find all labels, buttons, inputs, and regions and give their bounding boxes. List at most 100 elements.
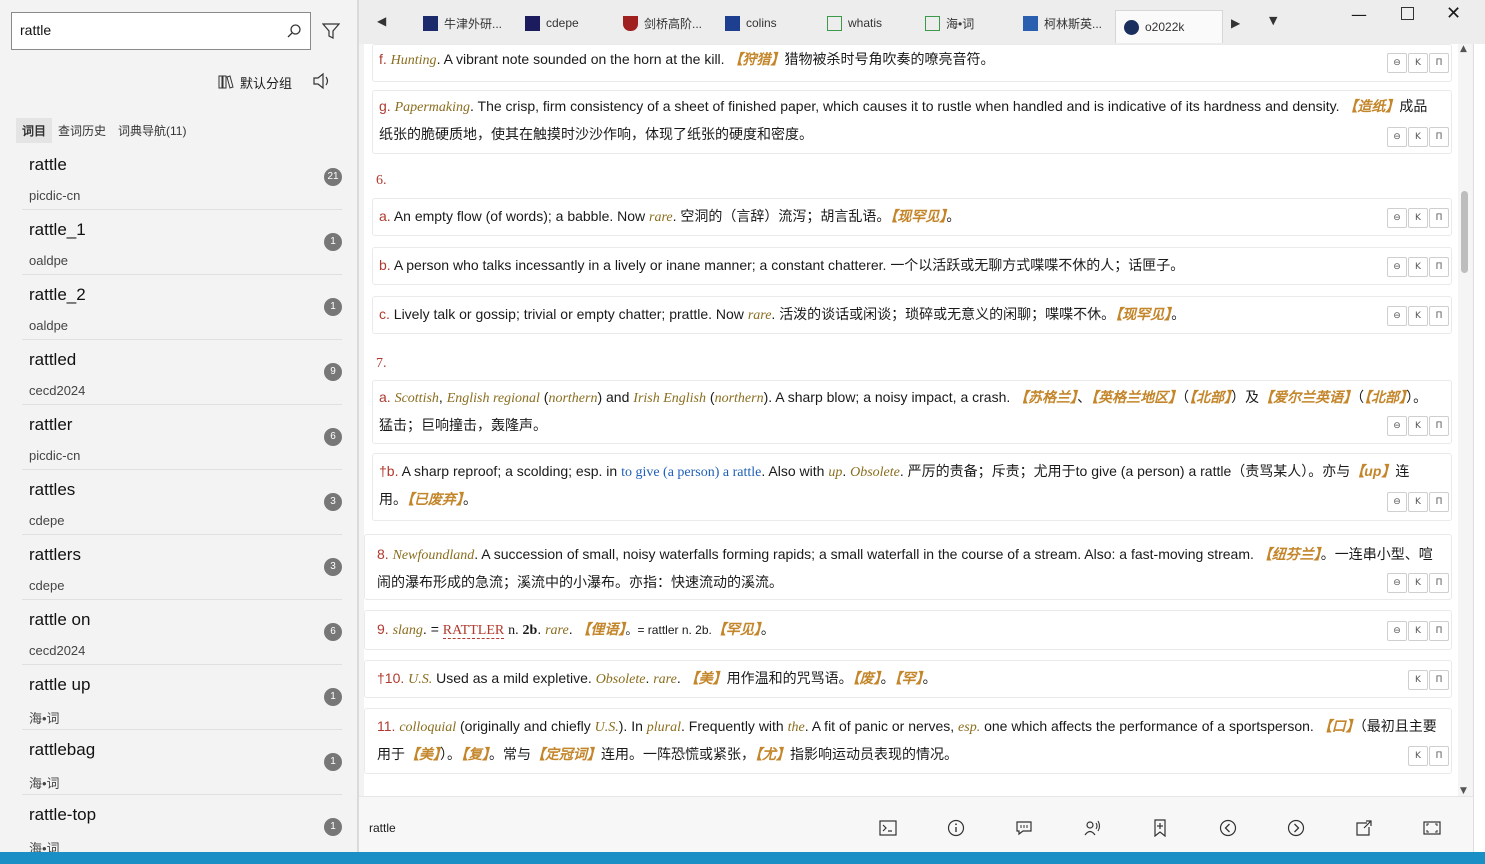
count-badge: 1 [324,298,342,316]
word-source: cdepe [29,513,65,528]
pin-button[interactable]: П [1429,416,1449,436]
panel-divider[interactable] [357,0,359,864]
scroll-thumb[interactable] [1461,191,1468,273]
word-list-item[interactable]: rattler picdic-cn 6 [22,405,342,470]
sense-f: f. Hunting. A vibrant note sounded on th… [372,44,1452,82]
kindle-button[interactable]: K [1408,127,1428,147]
word-list-item[interactable]: rattle_2 oaldpe 1 [22,275,342,340]
copy-button[interactable]: ⊖ [1387,306,1407,326]
word-list-item[interactable]: rattle_1 oaldpe 1 [22,210,342,275]
fullscreen-icon[interactable] [1423,819,1441,837]
count-badge: 3 [324,493,342,511]
tab-o2022k[interactable]: o2022k [1115,10,1223,43]
content-scrollbar[interactable]: ▲ ▼ [1458,44,1472,796]
copy-button[interactable]: ⊖ [1387,208,1407,228]
tab-entries[interactable]: 词目 [16,118,53,143]
tab-collins-cn[interactable]: 柯林斯英... [1023,8,1102,38]
tab-scroll-right-icon[interactable]: ▶ [1231,16,1240,30]
kindle-button[interactable]: K [1408,621,1428,641]
scroll-down-icon[interactable]: ▼ [1460,786,1467,796]
tab-cambridge[interactable]: 剑桥高阶... [623,8,702,38]
sense-8: 8. Newfoundland. A succession of small, … [364,534,1452,600]
word-list-item[interactable]: rattle up 海•词 1 [22,665,342,730]
pin-button[interactable]: П [1429,306,1449,326]
word-list-item[interactable]: rattles cdepe 3 [22,470,342,535]
word-source: 海•词 [29,711,60,726]
word-list-item[interactable]: rattle-top 海•词 1 [22,795,342,860]
count-badge: 9 [324,363,342,381]
kindle-button[interactable]: K [1408,53,1428,73]
word-title: rattle-top [29,805,97,824]
crossref-link[interactable]: RATTLER [442,623,505,639]
crossref-link[interactable]: to give (a person) a rattle [621,465,761,480]
speaker-icon[interactable] [312,72,332,90]
tab-haici[interactable]: 海•词 [925,8,974,38]
word-list: rattle picdic-cn 21 rattle_1 oaldpe 1 rattle_2… [22,145,342,860]
word-title: rattled [29,350,77,369]
word-list-item[interactable]: rattled cecd2024 9 [22,340,342,405]
kindle-button[interactable]: K [1408,306,1428,326]
maximize-icon[interactable] [1401,7,1414,20]
pin-button[interactable]: П [1429,670,1449,690]
copy-button[interactable]: ⊖ [1387,492,1407,512]
voice-icon[interactable] [1083,819,1101,837]
kindle-button[interactable]: K [1408,208,1428,228]
copy-button[interactable]: ⊖ [1387,621,1407,641]
filter-icon[interactable] [322,22,340,40]
pin-button[interactable]: П [1429,573,1449,593]
pin-button[interactable]: П [1429,208,1449,228]
tab-cdepe[interactable]: cdepe [525,8,579,38]
kindle-button[interactable]: K [1408,573,1428,593]
kindle-button[interactable]: K [1408,257,1428,277]
tab-history[interactable]: 查词历史 [52,118,112,143]
copy-button[interactable]: ⊖ [1387,53,1407,73]
tab-oxford-fltrp[interactable]: 牛津外研... [423,8,502,38]
word-list-item[interactable]: rattlers cdepe 3 [22,535,342,600]
pin-button[interactable]: П [1429,621,1449,641]
minimize-icon[interactable]: — [1351,5,1367,24]
info-icon[interactable] [947,819,965,837]
copy-button[interactable]: ⊖ [1387,127,1407,147]
tab-dict-nav[interactable]: 词典导航(11) [112,118,192,143]
kindle-button[interactable]: K [1408,670,1428,690]
copy-button[interactable]: ⊖ [1387,257,1407,277]
word-title: rattle on [29,610,91,629]
kindle-button[interactable]: K [1408,492,1428,512]
pin-button[interactable]: П [1429,53,1449,73]
open-external-icon[interactable] [1355,819,1373,837]
word-list-item[interactable]: rattle picdic-cn 21 [22,145,342,210]
tab-colins[interactable]: colins [725,8,777,38]
forward-icon[interactable] [1287,819,1305,837]
bookmark-add-icon[interactable] [1151,819,1169,837]
word-title: rattle_1 [29,220,86,239]
dict-icon [925,15,940,31]
tab-scroll-left-icon[interactable]: ◀ [377,14,386,28]
current-word: rattle [369,821,396,835]
search-icon[interactable] [286,23,302,39]
terminal-icon[interactable] [879,819,897,837]
word-list-item[interactable]: rattlebag 海•词 1 [22,730,342,795]
comment-icon[interactable] [1015,819,1033,837]
kindle-button[interactable]: K [1408,416,1428,436]
copy-button[interactable]: ⊖ [1387,573,1407,593]
word-list-item[interactable]: rattle on cecd2024 6 [22,600,342,665]
sense-number-7: 7. [376,356,387,371]
scroll-up-icon[interactable]: ▲ [1460,44,1467,54]
pin-button[interactable]: П [1429,127,1449,147]
sense-10: †10. U.S. Used as a mild expletive. Obso… [364,660,1452,698]
tab-whatis[interactable]: whatis [827,8,882,38]
search-box[interactable] [11,12,311,50]
count-badge: 1 [324,233,342,251]
close-icon[interactable]: ✕ [1446,3,1461,24]
back-icon[interactable] [1219,819,1237,837]
kindle-button[interactable]: K [1408,746,1428,766]
count-badge: 6 [324,428,342,446]
search-input[interactable] [18,21,272,39]
dictionary-tab-bar: ◀ 牛津外研... cdepe 剑桥高阶... colins whatis 海•… [359,0,1485,44]
pin-button[interactable]: П [1429,492,1449,512]
tab-list-dropdown-icon[interactable]: ▼ [1269,14,1277,27]
group-selector[interactable]: 默认分组 [218,72,292,92]
pin-button[interactable]: П [1429,746,1449,766]
pin-button[interactable]: П [1429,257,1449,277]
copy-button[interactable]: ⊖ [1387,416,1407,436]
